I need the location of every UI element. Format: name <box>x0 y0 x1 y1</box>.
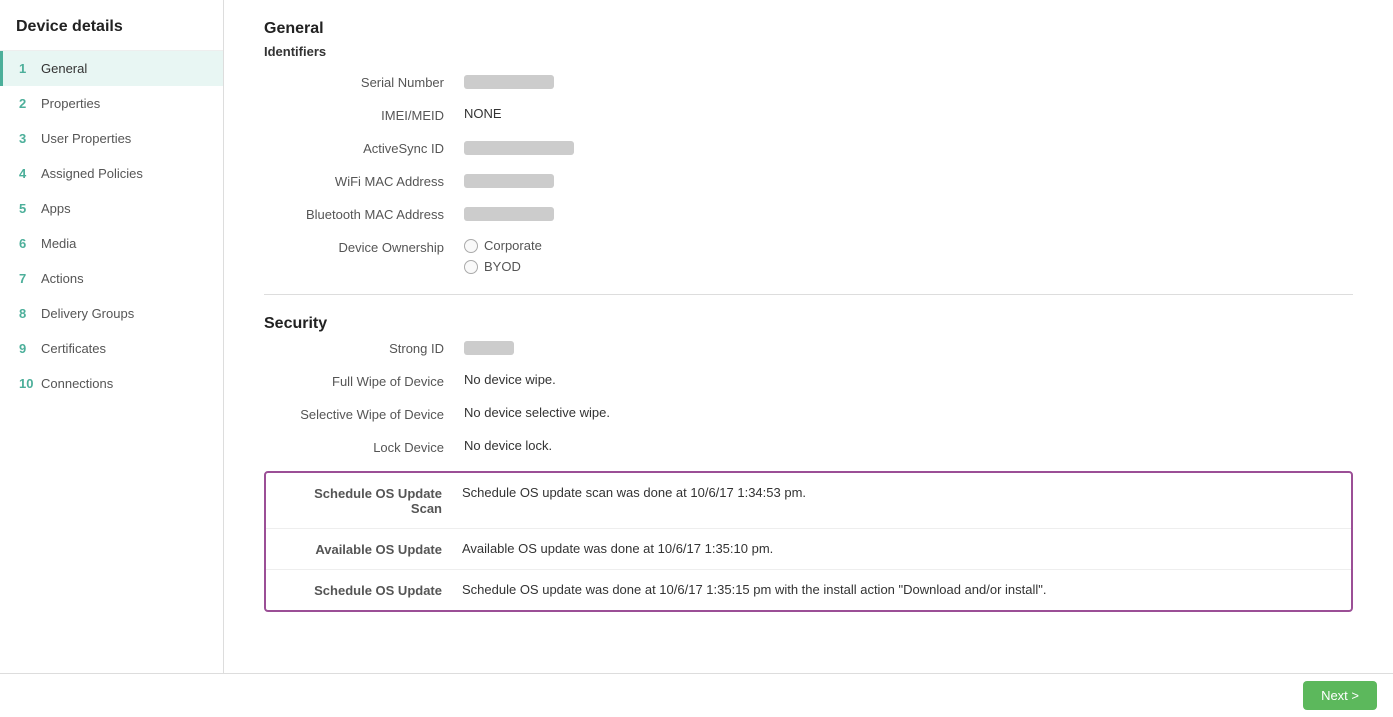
field-value: No device lock. <box>464 438 1353 453</box>
radio-item: Corporate <box>464 238 1353 253</box>
field-label: Device Ownership <box>264 238 464 255</box>
highlight-row: Schedule OS Update ScanSchedule OS updat… <box>266 473 1351 529</box>
field-label: Strong ID <box>264 339 464 356</box>
field-row: Strong ID <box>264 339 1353 356</box>
field-value <box>464 139 1353 155</box>
section-general: General Identifiers Serial Number IMEI/ME… <box>264 20 1353 274</box>
sidebar-item-num: 2 <box>19 96 35 111</box>
sidebar-item-num: 5 <box>19 201 35 216</box>
sidebar-item-label: Assigned Policies <box>41 166 143 181</box>
highlight-label: Schedule OS Update <box>282 582 462 598</box>
sidebar-item-actions[interactable]: 7 Actions <box>0 261 223 296</box>
field-value: No device selective wipe. <box>464 405 1353 420</box>
field-value: No device wipe. <box>464 372 1353 387</box>
radio-label: BYOD <box>484 259 521 274</box>
field-value: Corporate BYOD <box>464 238 1353 274</box>
highlight-row: Available OS UpdateAvailable OS update w… <box>266 529 1351 570</box>
content-area: General Identifiers Serial Number IMEI/ME… <box>224 0 1393 673</box>
field-label: ActiveSync ID <box>264 139 464 156</box>
radio-circle <box>464 260 478 274</box>
field-row: WiFi MAC Address <box>264 172 1353 189</box>
field-label: WiFi MAC Address <box>264 172 464 189</box>
sidebar-item-assigned-policies[interactable]: 4 Assigned Policies <box>0 156 223 191</box>
sidebar-item-properties[interactable]: 2 Properties <box>0 86 223 121</box>
sidebar-item-label: Properties <box>41 96 100 111</box>
blurred-field <box>464 341 514 355</box>
field-row: Serial Number <box>264 73 1353 90</box>
sidebar-item-label: Apps <box>41 201 71 216</box>
field-value <box>464 339 1353 355</box>
highlight-row: Schedule OS UpdateSchedule OS update was… <box>266 570 1351 610</box>
field-row: IMEI/MEIDNONE <box>264 106 1353 123</box>
identifiers-subtitle: Identifiers <box>264 44 1353 59</box>
sidebar-item-label: Connections <box>41 376 113 391</box>
sidebar-item-connections[interactable]: 10 Connections <box>0 366 223 401</box>
highlight-value: Schedule OS update was done at 10/6/17 1… <box>462 582 1335 597</box>
next-button[interactable]: Next > <box>1303 681 1377 710</box>
sidebar-item-certificates[interactable]: 9 Certificates <box>0 331 223 366</box>
sidebar-title: Device details <box>0 0 223 51</box>
sidebar-item-num: 3 <box>19 131 35 146</box>
sidebar-item-num: 9 <box>19 341 35 356</box>
blurred-field <box>464 75 554 89</box>
section-security: Security Strong IDFull Wipe of DeviceNo … <box>264 315 1353 612</box>
field-row: Selective Wipe of DeviceNo device select… <box>264 405 1353 422</box>
sidebar-item-media[interactable]: 6 Media <box>0 226 223 261</box>
sidebar: Device details 1 General 2 Properties 3 User … <box>0 0 224 673</box>
field-label: Selective Wipe of Device <box>264 405 464 422</box>
sidebar-item-label: General <box>41 61 87 76</box>
highlight-value: Schedule OS update scan was done at 10/6… <box>462 485 1335 500</box>
sidebar-item-num: 6 <box>19 236 35 251</box>
highlight-label: Schedule OS Update Scan <box>282 485 462 516</box>
field-label: Full Wipe of Device <box>264 372 464 389</box>
radio-group: Corporate BYOD <box>464 238 1353 274</box>
blurred-field <box>464 207 554 221</box>
field-value: NONE <box>464 106 1353 121</box>
security-title: Security <box>264 315 1353 333</box>
sidebar-item-num: 1 <box>19 61 35 76</box>
blurred-field <box>464 141 574 155</box>
sidebar-item-delivery-groups[interactable]: 8 Delivery Groups <box>0 296 223 331</box>
radio-circle <box>464 239 478 253</box>
field-label: Serial Number <box>264 73 464 90</box>
blurred-field <box>464 174 554 188</box>
sidebar-item-apps[interactable]: 5 Apps <box>0 191 223 226</box>
sidebar-item-label: User Properties <box>41 131 131 146</box>
footer: Next > <box>0 673 1393 717</box>
field-value <box>464 172 1353 188</box>
os-update-highlight-box: Schedule OS Update ScanSchedule OS updat… <box>264 471 1353 612</box>
highlight-label: Available OS Update <box>282 541 462 557</box>
field-row: Bluetooth MAC Address <box>264 205 1353 222</box>
radio-item: BYOD <box>464 259 1353 274</box>
field-label: IMEI/MEID <box>264 106 464 123</box>
field-label: Bluetooth MAC Address <box>264 205 464 222</box>
section-divider <box>264 294 1353 295</box>
sidebar-item-num: 10 <box>19 376 35 391</box>
field-row: Lock DeviceNo device lock. <box>264 438 1353 455</box>
sidebar-item-general[interactable]: 1 General <box>0 51 223 86</box>
sidebar-item-num: 7 <box>19 271 35 286</box>
field-row: Full Wipe of DeviceNo device wipe. <box>264 372 1353 389</box>
sidebar-item-label: Certificates <box>41 341 106 356</box>
sidebar-item-label: Delivery Groups <box>41 306 134 321</box>
highlight-value: Available OS update was done at 10/6/17 … <box>462 541 1335 556</box>
sidebar-item-num: 4 <box>19 166 35 181</box>
sidebar-item-user-properties[interactable]: 3 User Properties <box>0 121 223 156</box>
field-row: Device Ownership Corporate BYOD <box>264 238 1353 274</box>
sidebar-item-label: Actions <box>41 271 84 286</box>
sidebar-item-label: Media <box>41 236 76 251</box>
general-title: General <box>264 20 1353 38</box>
field-value <box>464 73 1353 89</box>
field-value <box>464 205 1353 221</box>
sidebar-item-num: 8 <box>19 306 35 321</box>
field-row: ActiveSync ID <box>264 139 1353 156</box>
field-label: Lock Device <box>264 438 464 455</box>
radio-label: Corporate <box>484 238 542 253</box>
